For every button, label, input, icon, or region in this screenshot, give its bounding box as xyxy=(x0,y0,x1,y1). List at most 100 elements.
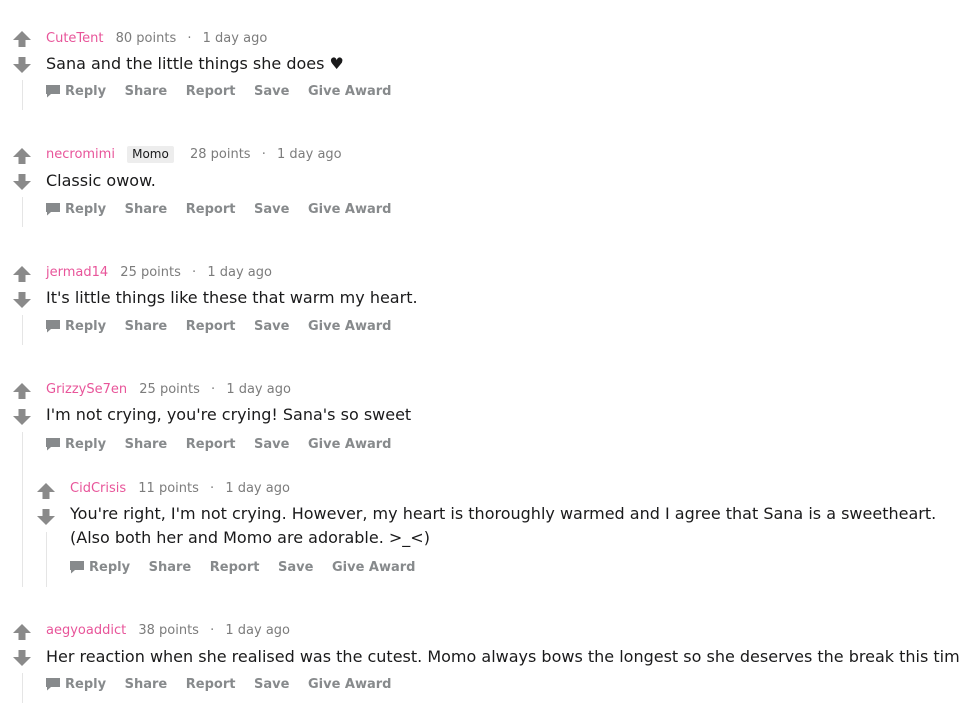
save-button[interactable]: Save xyxy=(254,84,289,99)
reply-button[interactable]: Reply xyxy=(46,677,106,692)
speech-bubble-icon xyxy=(70,560,84,573)
save-button[interactable]: Save xyxy=(254,677,289,692)
comment-actions: Reply Share Report Save Give Award xyxy=(70,558,429,578)
comment-author[interactable]: CuteTent xyxy=(46,31,103,46)
reply-button[interactable]: Reply xyxy=(46,319,106,334)
comment-meta: CuteTent 80 points · 1 day ago xyxy=(46,30,267,48)
arrow-up-icon[interactable] xyxy=(12,382,32,400)
speech-bubble-icon xyxy=(46,677,60,690)
report-button[interactable]: Report xyxy=(186,202,236,217)
comment-actions: Reply Share Report Save Give Award xyxy=(46,82,405,102)
comment-author[interactable]: necromimi xyxy=(46,147,115,162)
save-button[interactable]: Save xyxy=(254,437,289,452)
report-button[interactable]: Report xyxy=(186,677,236,692)
comment-meta: GrizzySe7en 25 points · 1 day ago xyxy=(46,381,291,399)
comment-meta: CidCrisis 11 points · 1 day ago xyxy=(70,480,290,498)
thread-line xyxy=(46,532,47,587)
meta-separator: · xyxy=(210,481,215,496)
thread-line xyxy=(22,673,23,703)
thread-line xyxy=(22,197,23,227)
meta-separator: · xyxy=(192,265,197,280)
save-button[interactable]: Save xyxy=(278,560,313,575)
give-award-button[interactable]: Give Award xyxy=(308,319,392,334)
thread-line xyxy=(22,80,23,110)
report-button[interactable]: Report xyxy=(186,84,236,99)
comment-time[interactable]: 1 day ago xyxy=(225,481,290,496)
comment-body: Sana and the little things she does ♥ xyxy=(46,54,344,73)
comment-points: 38 points xyxy=(138,623,199,638)
comment-author[interactable]: jermad14 xyxy=(46,265,108,280)
vote-column xyxy=(12,147,32,191)
save-button[interactable]: Save xyxy=(254,202,289,217)
comment-actions: Reply Share Report Save Give Award xyxy=(46,200,405,220)
comment-points: 25 points xyxy=(139,382,200,397)
arrow-up-icon[interactable] xyxy=(36,482,56,500)
reply-button[interactable]: Reply xyxy=(70,560,130,575)
give-award-button[interactable]: Give Award xyxy=(308,677,392,692)
user-flair: Momo xyxy=(127,146,174,163)
meta-separator: · xyxy=(210,623,215,638)
arrow-down-icon[interactable] xyxy=(12,173,32,191)
give-award-button[interactable]: Give Award xyxy=(332,560,416,575)
arrow-up-icon[interactable] xyxy=(12,623,32,641)
comment-meta: aegyoaddict 38 points · 1 day ago xyxy=(46,622,290,640)
reply-button[interactable]: Reply xyxy=(46,437,106,452)
speech-bubble-icon xyxy=(46,202,60,215)
comment-time[interactable]: 1 day ago xyxy=(207,265,272,280)
share-button[interactable]: Share xyxy=(125,677,168,692)
vote-column xyxy=(36,482,56,526)
report-button[interactable]: Report xyxy=(186,437,236,452)
comment-time[interactable]: 1 day ago xyxy=(225,623,290,638)
arrow-up-icon[interactable] xyxy=(12,265,32,283)
thread-line xyxy=(22,432,23,587)
comment-author[interactable]: CidCrisis xyxy=(70,481,126,496)
speech-bubble-icon xyxy=(46,437,60,450)
comment-body: You're right, I'm not crying. However, m… xyxy=(70,504,937,547)
share-button[interactable]: Share xyxy=(125,319,168,334)
give-award-button[interactable]: Give Award xyxy=(308,437,392,452)
vote-column xyxy=(12,30,32,74)
comment-author[interactable]: GrizzySe7en xyxy=(46,382,127,397)
arrow-down-icon[interactable] xyxy=(12,56,32,74)
share-button[interactable]: Share xyxy=(125,202,168,217)
give-award-button[interactable]: Give Award xyxy=(308,84,392,99)
arrow-up-icon[interactable] xyxy=(12,147,32,165)
comment-body: Classic owow. xyxy=(46,171,156,190)
comment-body: It's little things like these that warm … xyxy=(46,288,418,307)
arrow-down-icon[interactable] xyxy=(12,408,32,426)
vote-column xyxy=(12,623,32,667)
comment-points: 28 points xyxy=(189,147,251,162)
speech-bubble-icon xyxy=(46,84,60,97)
meta-separator: · xyxy=(211,382,216,397)
give-award-button[interactable]: Give Award xyxy=(308,202,392,217)
save-button[interactable]: Save xyxy=(254,319,289,334)
comment-meta: jermad14 25 points · 1 day ago xyxy=(46,264,272,282)
share-button[interactable]: Share xyxy=(149,560,192,575)
comment-points: 25 points xyxy=(120,265,181,280)
reply-button[interactable]: Reply xyxy=(46,202,106,217)
comment-meta: necromimi Momo 28 points · 1 day ago xyxy=(46,146,342,164)
meta-separator: · xyxy=(261,147,266,162)
report-button[interactable]: Report xyxy=(210,560,260,575)
vote-column xyxy=(12,265,32,309)
comment-actions: Reply Share Report Save Give Award xyxy=(46,435,405,455)
comment-author[interactable]: aegyoaddict xyxy=(46,623,126,638)
share-button[interactable]: Share xyxy=(125,84,168,99)
comment-actions: Reply Share Report Save Give Award xyxy=(46,317,405,337)
comment-body: I'm not crying, you're crying! Sana's so… xyxy=(46,405,412,424)
arrow-down-icon[interactable] xyxy=(12,649,32,667)
share-button[interactable]: Share xyxy=(125,437,168,452)
speech-bubble-icon xyxy=(46,319,60,332)
comment-actions: Reply Share Report Save Give Award xyxy=(46,675,405,695)
report-button[interactable]: Report xyxy=(186,319,236,334)
comment-points: 11 points xyxy=(138,481,199,496)
comment-time[interactable]: 1 day ago xyxy=(203,31,268,46)
comment-time[interactable]: 1 day ago xyxy=(226,382,291,397)
arrow-up-icon[interactable] xyxy=(12,30,32,48)
comment-time[interactable]: 1 day ago xyxy=(277,147,342,162)
meta-separator: · xyxy=(187,31,192,46)
comment-points: 80 points xyxy=(115,31,177,46)
arrow-down-icon[interactable] xyxy=(36,508,56,526)
reply-button[interactable]: Reply xyxy=(46,84,106,99)
arrow-down-icon[interactable] xyxy=(12,291,32,309)
